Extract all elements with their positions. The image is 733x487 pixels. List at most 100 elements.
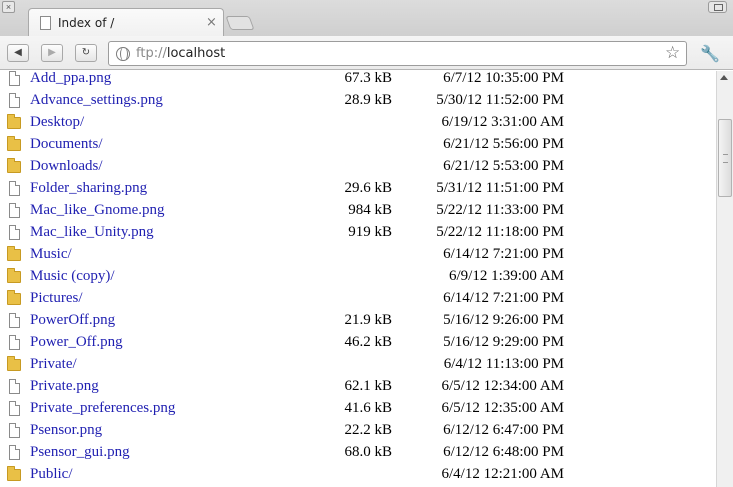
file-link[interactable]: Desktop/	[30, 114, 84, 131]
toolbar: ◀ ▶ ↻ ftp://localhost ☆ 🔧	[0, 36, 733, 70]
list-item: Downloads/6/21/12 5:53:00 PM	[0, 157, 716, 179]
file-size: 67.3 kB	[344, 71, 392, 86]
file-date: 5/30/12 11:52:00 PM	[436, 92, 564, 108]
file-icon	[9, 181, 20, 196]
address-bar[interactable]: ftp://localhost ☆	[108, 41, 687, 66]
window-restore-button[interactable]	[708, 1, 727, 13]
file-link[interactable]: Public/	[30, 466, 73, 483]
file-link[interactable]: PowerOff.png	[30, 312, 115, 329]
directory-listing: Add_ppa.png 67.3 kB 6/7/12 10:35:00 PM Adva…	[0, 71, 716, 487]
scrollbar-thumb[interactable]	[718, 119, 732, 197]
file-date: 6/21/12 5:56:00 PM	[443, 136, 564, 152]
file-link[interactable]: Add_ppa.png	[30, 71, 111, 87]
list-item: Pictures/6/14/12 7:21:00 PM	[0, 289, 716, 311]
list-item: Private.png 62.1 kB 6/5/12 12:34:00 AM	[0, 377, 716, 399]
file-icon	[9, 93, 20, 108]
tab-title: Index of /	[58, 16, 115, 30]
new-tab-button[interactable]	[225, 16, 255, 30]
page-icon	[40, 16, 51, 30]
file-link[interactable]: Power_Off.png	[30, 334, 123, 351]
file-size: 41.6 kB	[344, 400, 392, 416]
forward-button[interactable]: ▶	[41, 44, 63, 62]
list-item: PowerOff.png 21.9 kB 5/16/12 9:26:00 PM	[0, 311, 716, 333]
file-link[interactable]: Private.png	[30, 378, 99, 395]
list-item: Mac_like_Gnome.png 984 kB 5/22/12 11:33:00…	[0, 201, 716, 223]
file-size: 919 kB	[348, 224, 392, 240]
file-link[interactable]: Mac_like_Gnome.png	[30, 202, 165, 219]
file-link[interactable]: Advance_settings.png	[30, 92, 163, 109]
folder-icon	[7, 158, 21, 173]
file-date: 6/12/12 6:48:00 PM	[443, 444, 564, 460]
list-item: Desktop/6/19/12 3:31:00 AM	[0, 113, 716, 135]
file-date: 5/31/12 11:51:00 PM	[436, 180, 564, 196]
file-date: 6/7/12 10:35:00 PM	[443, 71, 564, 86]
reload-button[interactable]: ↻	[75, 44, 97, 62]
list-item: Mac_like_Unity.png 919 kB 5/22/12 11:18:00…	[0, 223, 716, 245]
file-date: 5/16/12 9:26:00 PM	[443, 312, 564, 328]
file-date: 6/14/12 7:21:00 PM	[443, 290, 564, 306]
folder-icon	[7, 290, 21, 305]
list-item: Psensor.png 22.2 kB 6/12/12 6:47:00 PM	[0, 421, 716, 443]
file-date: 6/12/12 6:47:00 PM	[443, 422, 564, 438]
file-icon	[9, 335, 20, 350]
file-link[interactable]: Folder_sharing.png	[30, 180, 147, 197]
window-close-button[interactable]: ×	[2, 1, 15, 13]
list-item: Folder_sharing.png 29.6 kB 5/31/12 11:51:0…	[0, 179, 716, 201]
file-size: 29.6 kB	[344, 180, 392, 196]
file-date: 5/22/12 11:33:00 PM	[436, 202, 564, 218]
file-link[interactable]: Pictures/	[30, 290, 83, 307]
file-link[interactable]: Mac_like_Unity.png	[30, 224, 154, 241]
file-link[interactable]: Documents/	[30, 136, 103, 153]
file-size: 984 kB	[348, 202, 392, 218]
file-date: 6/4/12 11:13:00 PM	[443, 356, 564, 372]
file-link[interactable]: Downloads/	[30, 158, 103, 175]
file-icon	[9, 313, 20, 328]
tab-index-of[interactable]: Index of / ×	[28, 8, 224, 36]
folder-icon	[7, 356, 21, 371]
file-date: 6/5/12 12:35:00 AM	[441, 400, 564, 416]
file-link[interactable]: Psensor_gui.png	[30, 444, 130, 461]
file-icon	[9, 401, 20, 416]
list-item: Private_preferences.png 41.6 kB 6/5/12 12:…	[0, 399, 716, 421]
folder-icon	[7, 268, 21, 283]
list-item: Public/6/4/12 12:21:00 AM	[0, 465, 716, 487]
file-icon	[9, 423, 20, 438]
file-date: 6/14/12 7:21:00 PM	[443, 246, 564, 262]
file-icon	[9, 225, 20, 240]
file-icon	[9, 445, 20, 460]
folder-icon	[7, 466, 21, 481]
wrench-menu-icon[interactable]: 🔧	[700, 44, 720, 63]
url-text[interactable]: ftp://localhost	[136, 46, 225, 61]
file-size: 28.9 kB	[344, 92, 392, 108]
file-link[interactable]: Private_preferences.png	[30, 400, 175, 417]
back-button[interactable]: ◀	[7, 44, 29, 62]
folder-icon	[7, 136, 21, 151]
file-date: 5/16/12 9:29:00 PM	[443, 334, 564, 350]
file-link[interactable]: Psensor.png	[30, 422, 102, 439]
globe-icon	[116, 47, 130, 61]
list-item: Private/6/4/12 11:13:00 PM	[0, 355, 716, 377]
file-link[interactable]: Music/	[30, 246, 72, 263]
tab-close-icon[interactable]: ×	[206, 15, 217, 30]
file-date: 5/22/12 11:18:00 PM	[436, 224, 564, 240]
file-size: 62.1 kB	[344, 378, 392, 394]
file-link[interactable]: Private/	[30, 356, 77, 373]
list-item: Music/6/14/12 7:21:00 PM	[0, 245, 716, 267]
file-date: 6/9/12 1:39:00 AM	[448, 268, 564, 284]
scroll-up-arrow-icon[interactable]	[720, 75, 728, 80]
list-item: Add_ppa.png 67.3 kB 6/7/12 10:35:00 PM	[0, 71, 716, 91]
folder-icon	[7, 246, 21, 261]
bookmark-star-icon[interactable]: ☆	[665, 43, 680, 63]
file-size: 68.0 kB	[344, 444, 392, 460]
file-date: 6/21/12 5:53:00 PM	[443, 158, 564, 174]
folder-icon	[7, 114, 21, 129]
file-icon	[9, 379, 20, 394]
list-item: Psensor_gui.png 68.0 kB 6/12/12 6:48:00 PM	[0, 443, 716, 465]
file-icon	[9, 71, 20, 86]
file-date: 6/19/12 3:31:00 AM	[441, 114, 564, 130]
list-item: Power_Off.png 46.2 kB 5/16/12 9:29:00 PM	[0, 333, 716, 355]
file-link[interactable]: Music (copy)/	[30, 268, 115, 285]
vertical-scrollbar[interactable]	[716, 71, 733, 487]
file-size: 22.2 kB	[344, 422, 392, 438]
list-item: Documents/6/21/12 5:56:00 PM	[0, 135, 716, 157]
